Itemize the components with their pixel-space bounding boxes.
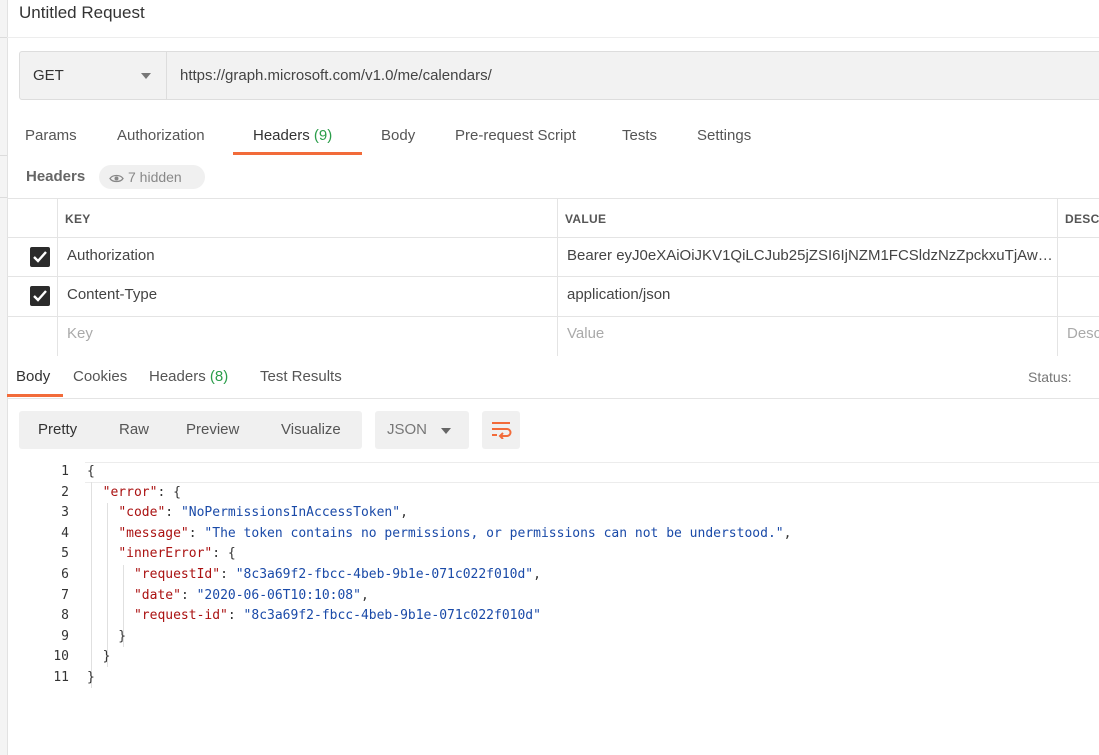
format-toggle-group: Pretty Raw Preview Visualize: [19, 411, 362, 449]
code-line: "error": {: [102, 484, 181, 500]
method-label: GET: [33, 67, 64, 84]
headers-table: KEY VALUE DESCR Authorization Bearer eyJ…: [7, 198, 1099, 356]
chevron-down-icon: [441, 428, 451, 434]
code-line: "code": "NoPermissionsInAccessToken",: [118, 505, 408, 521]
line-number-gutter: 1 2 3 4 5 6 7 8 9 10 11: [7, 461, 77, 691]
active-tab-indicator: [7, 394, 63, 397]
response-body-editor[interactable]: 1 2 3 4 5 6 7 8 9 10 11 { "error": { "code": "NoPe…: [7, 461, 1099, 755]
request-tabs: Params Authorization Headers (9) Body Pr…: [7, 114, 1099, 156]
header-key-cell[interactable]: Content-Type: [67, 286, 157, 303]
language-label: JSON: [387, 421, 428, 438]
checkmark-icon: [33, 251, 47, 263]
code-line: "date": "2020-06-06T10:10:08",: [133, 587, 369, 603]
column-header-value: VALUE: [565, 212, 607, 226]
pretty-button[interactable]: Pretty: [38, 421, 77, 438]
request-title[interactable]: Untitled Request: [19, 3, 145, 23]
url-bar: GET https://graph.microsoft.com/v1.0/me/…: [19, 51, 1099, 100]
wrap-lines-icon: [492, 422, 512, 439]
header-key-cell[interactable]: Authorization: [67, 247, 155, 264]
header-row-checkbox[interactable]: [30, 286, 50, 306]
hidden-headers-toggle[interactable]: 7 hidden: [99, 165, 205, 189]
new-key-input[interactable]: Key: [67, 325, 93, 342]
method-select[interactable]: GET: [20, 52, 167, 99]
code-line: }: [87, 649, 111, 665]
tab-pre-request-script[interactable]: Pre-request Script: [455, 127, 576, 144]
line-number: 5: [61, 546, 69, 562]
code-line: {: [87, 464, 95, 479]
url-input[interactable]: https://graph.microsoft.com/v1.0/me/cale…: [180, 67, 492, 84]
response-status: Status: 401: [1028, 369, 1072, 385]
line-number: 9: [61, 628, 69, 644]
tab-settings[interactable]: Settings: [697, 127, 751, 144]
code-line: "requestId": "8c3a69f2-fbcc-4beb-9b1e-07…: [133, 567, 541, 582]
raw-button[interactable]: Raw: [119, 421, 149, 438]
code-line: }: [87, 670, 95, 685]
visualize-button[interactable]: Visualize: [281, 421, 341, 438]
eye-icon: [109, 174, 124, 183]
code-line: }: [87, 628, 127, 644]
column-header-key: KEY: [65, 212, 91, 226]
language-select[interactable]: JSON: [375, 411, 469, 449]
divider: [7, 37, 1099, 38]
line-number: 3: [61, 505, 69, 521]
response-tab-headers[interactable]: Headers (8): [149, 368, 228, 385]
header-value-cell[interactable]: application/json: [567, 286, 670, 303]
header-row-checkbox[interactable]: [30, 247, 50, 267]
column-header-description: DESCR: [1065, 212, 1099, 226]
line-number: 6: [61, 567, 69, 582]
code-line: "request-id": "8c3a69f2-fbcc-4beb-9b1e-0…: [133, 608, 541, 624]
response-tabs: Body Cookies Headers (8) Test Results St…: [7, 356, 1099, 399]
checkmark-icon: [33, 290, 47, 302]
wrap-lines-button[interactable]: [482, 411, 520, 449]
current-line-highlight: [85, 462, 1099, 483]
tab-headers[interactable]: Headers (9): [253, 127, 332, 144]
line-number: 1: [61, 464, 69, 479]
tab-params[interactable]: Params: [25, 127, 77, 144]
headers-section-title: Headers: [26, 168, 86, 185]
line-number: 2: [61, 484, 69, 500]
tab-authorization[interactable]: Authorization: [117, 127, 205, 144]
preview-button[interactable]: Preview: [186, 421, 239, 438]
chevron-down-icon: [141, 73, 151, 79]
tab-tests[interactable]: Tests: [622, 127, 657, 144]
line-number: 7: [61, 587, 69, 603]
line-number: 10: [53, 649, 69, 665]
tab-body[interactable]: Body: [381, 127, 415, 144]
code-line: "innerError": {: [118, 546, 236, 562]
line-number: 11: [53, 670, 69, 685]
line-number: 8: [61, 608, 69, 624]
new-value-input[interactable]: Value: [567, 325, 604, 342]
response-tab-test-results[interactable]: Test Results: [260, 368, 342, 385]
response-tab-cookies[interactable]: Cookies: [73, 368, 127, 385]
code-line: "message": "The token contains no permis…: [118, 525, 792, 541]
active-tab-indicator: [233, 152, 362, 155]
response-tab-body[interactable]: Body: [16, 368, 50, 385]
header-value-cell[interactable]: Bearer eyJ0eXAiOiJKV1QiLCJub25jZSI6IjNZM…: [567, 247, 1051, 264]
line-number: 4: [61, 525, 69, 541]
new-description-input[interactable]: Desc: [1067, 325, 1099, 342]
